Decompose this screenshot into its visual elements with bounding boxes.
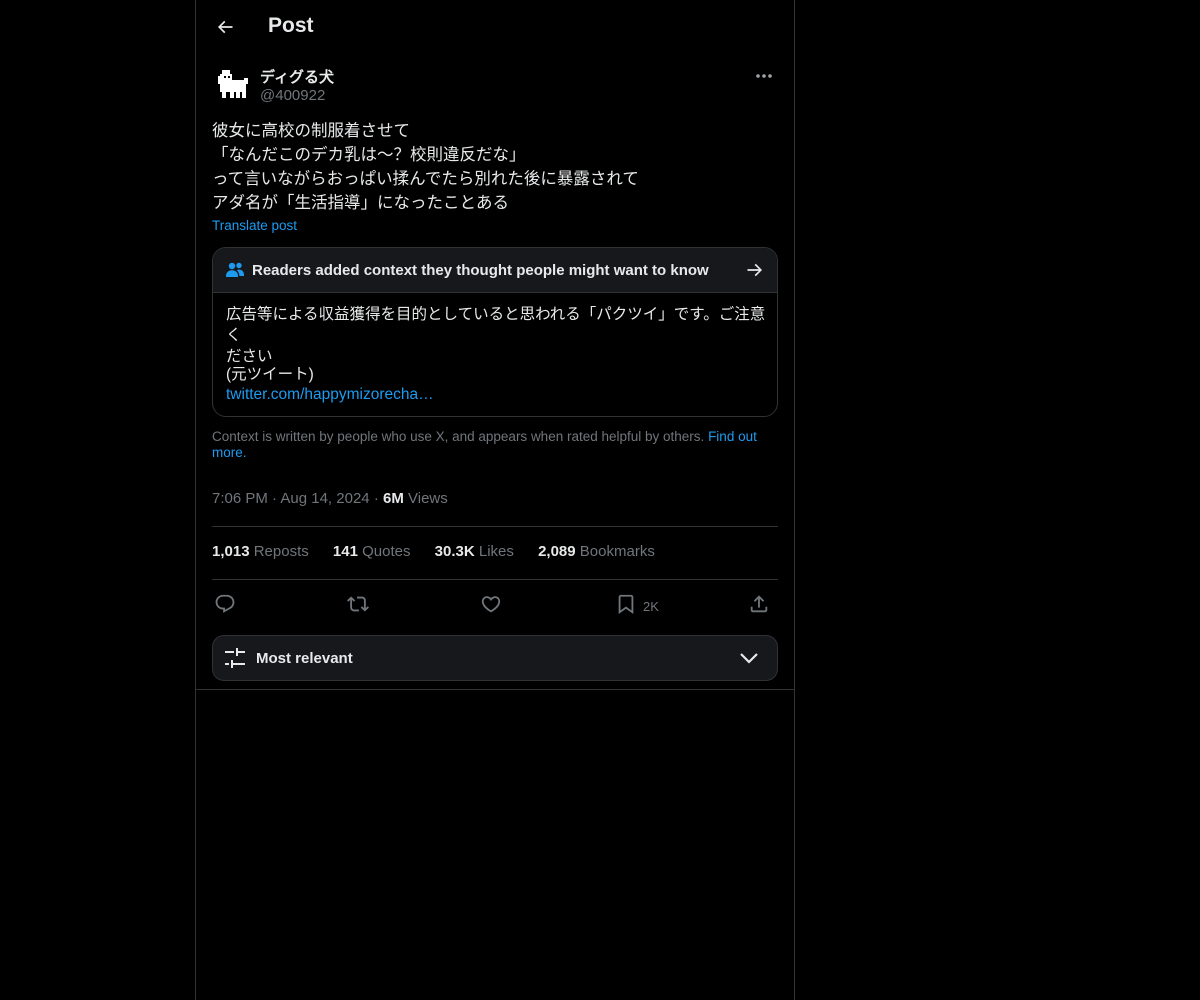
chevron-down-icon [739, 649, 759, 672]
post-meta: 7:06 PM · Aug 14, 2024 · 6M Views [212, 490, 448, 507]
pixel-dog-avatar [212, 64, 252, 104]
back-button[interactable] [208, 10, 242, 44]
top-bar: Post [196, 0, 794, 54]
stat-count: 1,013 [212, 543, 250, 560]
post-date[interactable]: Aug 14, 2024 [280, 490, 369, 507]
page-title: Post [268, 14, 314, 37]
divider [196, 689, 794, 690]
views-count: 6M [382, 490, 404, 507]
bookmark-button[interactable]: 2K [615, 588, 659, 620]
community-note-source-label: (元ツイート) [226, 366, 314, 383]
repost-button[interactable] [347, 588, 369, 620]
stat-label: Reposts [253, 543, 309, 560]
more-options-button[interactable] [750, 64, 778, 88]
post-detail-column: Post ディグる犬 @400922 彼女に高校の制服着させて 「なんだこのデカ… [195, 0, 795, 1000]
context-info: Context is written by people who use X, … [212, 429, 778, 461]
post-text-line: 「なんだこのデカ乳は〜？校則違反だな」 [212, 146, 526, 164]
stat-count: 2,089 [538, 543, 576, 560]
community-note-body: 広告等による収益獲得を目的としていると思われる「パクツイ」です。ご注意く ださい [226, 304, 766, 367]
meta-separator: · [373, 490, 379, 507]
post-text-line: って言いながらおっぱい揉んでたら別れた後に暴露されて [212, 170, 639, 188]
like-button[interactable] [480, 588, 502, 620]
arrow-right-icon[interactable] [745, 260, 765, 285]
action-bar: 2K [212, 588, 778, 620]
community-note-text: 広告等による収益獲得を目的としていると思われる「パクツイ」です。ご注意く [226, 306, 766, 344]
stat-quotes[interactable]: 141 Quotes [333, 543, 411, 560]
community-note-card: Readers added context they thought peopl… [212, 247, 778, 417]
community-note-title: Readers added context they thought peopl… [252, 262, 709, 279]
community-note-source-link[interactable]: twitter.com/happymizorecha… [226, 384, 434, 405]
share-icon [750, 595, 768, 613]
stats-row: 1,013 Reposts 141 Quotes 30.3K Likes 2,0… [212, 543, 675, 560]
sort-label: Most relevant [256, 650, 353, 667]
post-text-line: アダ名が「生活指導」になったことある [212, 194, 509, 212]
translate-post-link[interactable]: Translate post [212, 218, 297, 233]
repost-icon [347, 596, 369, 612]
more-icon [756, 74, 772, 78]
stat-reposts[interactable]: 1,013 Reposts [212, 543, 309, 560]
bookmark-icon [618, 594, 634, 615]
post-text: 彼女に高校の制服着させて 「なんだこのデカ乳は〜？校則違反だな」 って言いながら… [212, 119, 778, 215]
reply-icon [215, 594, 235, 613]
bookmark-count: 2K [643, 598, 659, 614]
author-row: ディグる犬 @400922 [212, 64, 778, 108]
views-label: Views [408, 490, 448, 507]
share-button[interactable] [748, 588, 770, 620]
display-name[interactable]: ディグる犬 [260, 66, 334, 87]
heart-icon [481, 596, 501, 613]
stat-label: Likes [478, 543, 514, 560]
stat-count: 30.3K [434, 543, 475, 560]
post-text-line: 彼女に高校の制服着させて [212, 122, 410, 140]
reply-sort-dropdown[interactable]: Most relevant [212, 635, 778, 681]
community-note-header[interactable]: Readers added context they thought peopl… [213, 248, 777, 293]
people-icon [225, 261, 245, 284]
divider [212, 526, 778, 527]
post-time[interactable]: 7:06 PM [212, 490, 268, 507]
arrow-left-icon [217, 20, 233, 34]
stat-label: Quotes [362, 543, 411, 560]
avatar[interactable] [212, 64, 252, 104]
user-handle[interactable]: @400922 [260, 87, 325, 104]
context-info-text: Context is written by people who use X, … [212, 429, 705, 444]
sliders-icon [225, 648, 245, 673]
stat-likes[interactable]: 30.3K Likes [435, 543, 514, 560]
stat-label: Bookmarks [579, 543, 655, 560]
stat-bookmarks[interactable]: 2,089 Bookmarks [538, 543, 655, 560]
meta-separator: · [272, 490, 278, 507]
divider [212, 579, 778, 580]
stat-count: 141 [332, 543, 358, 560]
reply-button[interactable] [214, 588, 236, 620]
